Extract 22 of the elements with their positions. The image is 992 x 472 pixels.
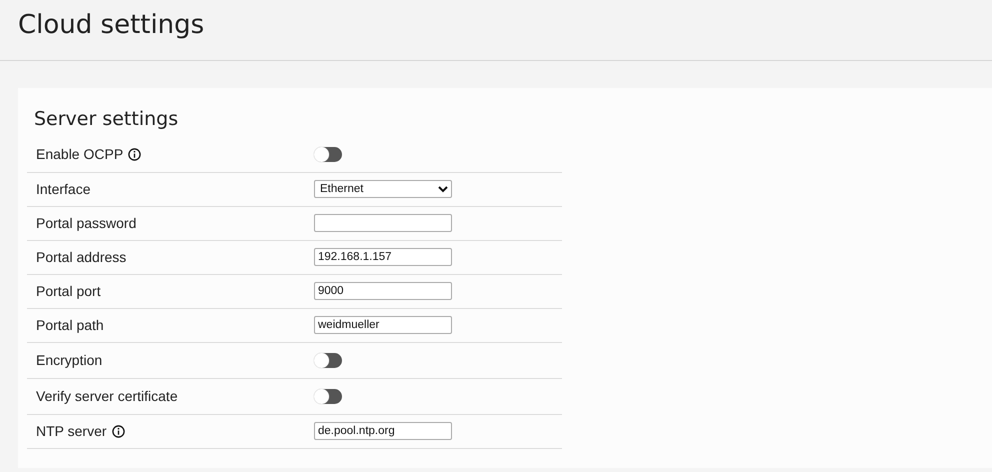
setting-label: Portal address — [36, 248, 126, 267]
toggle-switch[interactable] — [314, 146, 342, 162]
setting-label: Encryption — [36, 350, 102, 370]
text-field[interactable] — [314, 214, 452, 232]
text-field[interactable]: 192.168.1.157 — [314, 248, 452, 266]
info-icon[interactable] — [112, 424, 125, 438]
setting-label: NTP server — [36, 422, 107, 441]
setting-label: Portal path — [36, 316, 104, 335]
setting-label: Portal password — [36, 214, 136, 233]
text-field[interactable]: de.pool.ntp.org — [314, 422, 452, 440]
toggle-switch[interactable] — [314, 352, 342, 368]
setting-label: Interface — [36, 180, 90, 199]
setting-label: Portal port — [36, 282, 101, 301]
toggle-switch[interactable] — [314, 388, 342, 404]
text-field[interactable]: 9000 — [314, 282, 452, 300]
setting-label: Enable OCPP — [36, 144, 124, 164]
page-title: Cloud settings — [18, 10, 206, 42]
section-title: Server settings — [34, 108, 180, 131]
setting-label: Verify server certificate — [36, 386, 178, 406]
text-field[interactable]: weidmueller — [314, 316, 452, 334]
info-icon[interactable] — [128, 148, 142, 161]
interface-select[interactable]: Ethernet — [314, 180, 452, 198]
